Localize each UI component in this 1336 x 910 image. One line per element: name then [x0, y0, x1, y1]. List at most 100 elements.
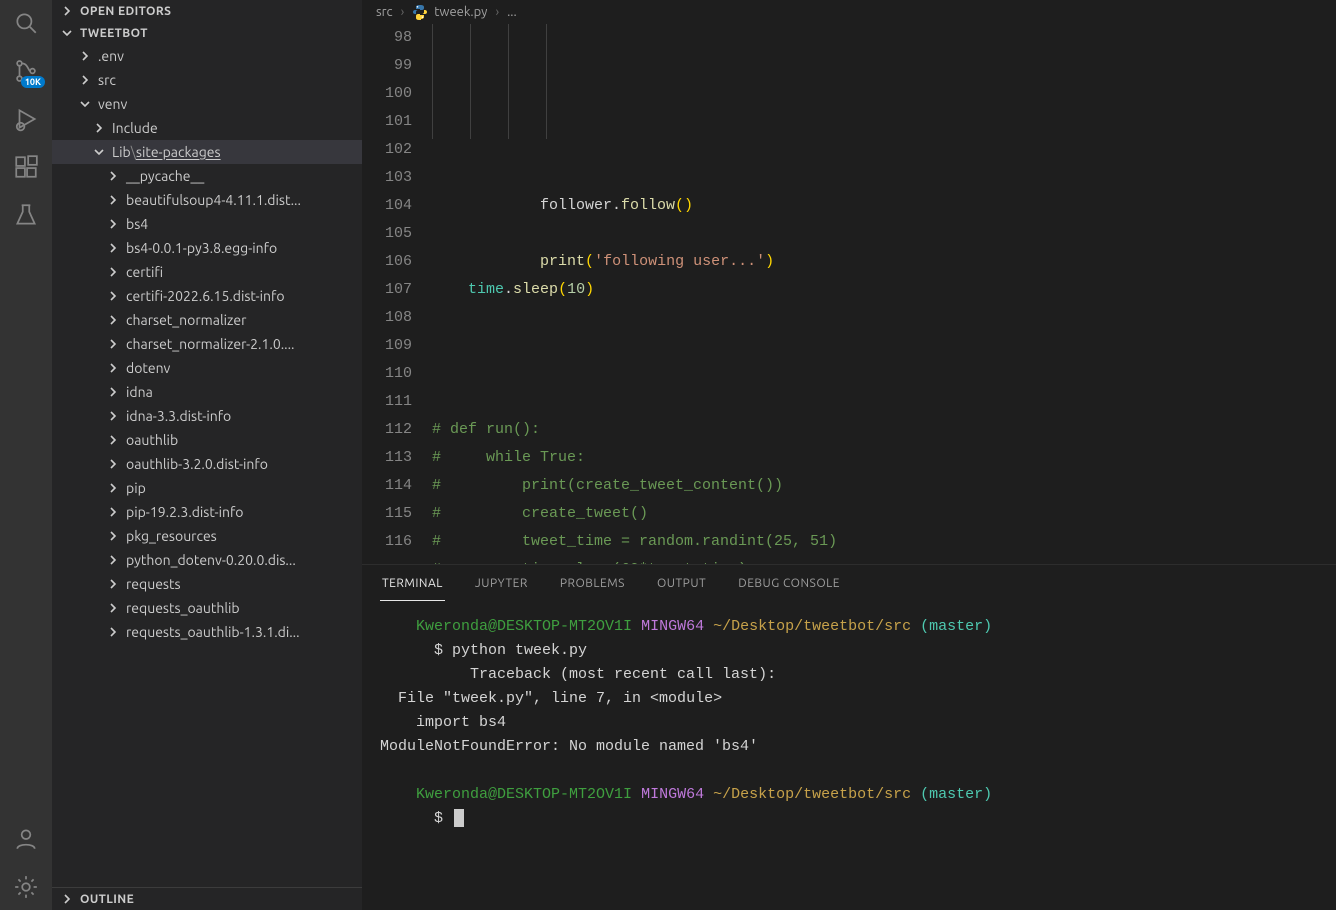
line-number: 107 [362, 276, 412, 304]
breadcrumb-file[interactable]: tweek.py [412, 4, 487, 20]
gear-icon[interactable] [13, 874, 39, 900]
tree-item[interactable]: requests [52, 572, 362, 596]
tree-item[interactable]: certifi [52, 260, 362, 284]
tree-item-label: charset_normalizer-2.1.0.... [126, 336, 295, 352]
tree-item[interactable]: requests_oauthlib [52, 596, 362, 620]
panel-tab-problems[interactable]: PROBLEMS [558, 573, 627, 601]
code-line[interactable] [432, 332, 1336, 360]
tree-item[interactable]: certifi-2022.6.15.dist-info [52, 284, 362, 308]
open-editors-label: OPEN EDITORS [80, 5, 171, 18]
code-line[interactable]: # time.sleep(60*tweet_time) [432, 556, 1336, 564]
tree-item-label: charset_normalizer [126, 312, 246, 328]
chevron-right-icon [106, 385, 120, 399]
run-icon[interactable] [13, 106, 39, 132]
outline-header[interactable]: OUTLINE [52, 887, 362, 910]
panel-tab-terminal[interactable]: TERMINAL [380, 573, 445, 601]
tree-item[interactable]: idna-3.3.dist-info [52, 404, 362, 428]
code-line[interactable]: # def run(): [432, 416, 1336, 444]
code-line[interactable]: print('following user...') [432, 248, 1336, 276]
line-number: 115 [362, 500, 412, 528]
chevron-down-icon [92, 145, 106, 159]
line-number: 108 [362, 304, 412, 332]
tree-item[interactable]: python_dotenv-0.20.0.dis... [52, 548, 362, 572]
search-icon[interactable] [13, 10, 39, 36]
code-line[interactable] [432, 220, 1336, 248]
source-control-badge: 10K [21, 76, 45, 88]
chevron-right-icon [106, 553, 120, 567]
testing-icon[interactable] [13, 202, 39, 228]
code-line[interactable]: # tweet_time = random.randint(25, 51) [432, 528, 1336, 556]
panel-tab-debug-console[interactable]: DEBUG CONSOLE [736, 573, 842, 601]
code-line[interactable]: # print(create_tweet_content()) [432, 472, 1336, 500]
code-line[interactable]: # create_tweet() [432, 500, 1336, 528]
chevron-right-icon: › [495, 5, 499, 19]
tree-item-label: pip [126, 480, 146, 496]
extensions-icon[interactable] [13, 154, 39, 180]
chevron-right-icon [92, 121, 106, 135]
tree-item[interactable]: .env [52, 44, 362, 68]
line-number: 106 [362, 248, 412, 276]
tree-item[interactable]: __pycache__ [52, 164, 362, 188]
tree-item[interactable]: pkg_resources [52, 524, 362, 548]
tree-item[interactable]: oauthlib-3.2.0.dist-info [52, 452, 362, 476]
breadcrumb-segment[interactable]: ... [507, 5, 517, 19]
terminal-line: $ python tweek.py [380, 639, 1318, 663]
terminal-line: $ [380, 807, 1318, 831]
line-number: 103 [362, 164, 412, 192]
tree-item-label: idna-3.3.dist-info [126, 408, 231, 424]
terminal-line: import bs4 [380, 711, 1318, 735]
tree-item[interactable]: dotenv [52, 356, 362, 380]
code-line[interactable] [432, 304, 1336, 332]
chevron-right-icon [106, 433, 120, 447]
code-editor[interactable]: 9899100101102103104105106107108109110111… [362, 24, 1336, 564]
tree-item[interactable]: idna [52, 380, 362, 404]
main-area: src › tweek.py › ... 9899100101102103104… [362, 0, 1336, 910]
line-number: 111 [362, 388, 412, 416]
line-number: 114 [362, 472, 412, 500]
line-number: 105 [362, 220, 412, 248]
code-area[interactable]: follower.follow() print('following user.… [432, 24, 1336, 564]
line-number: 116 [362, 528, 412, 556]
tree-item[interactable]: charset_normalizer-2.1.0.... [52, 332, 362, 356]
code-line[interactable] [432, 388, 1336, 416]
terminal-cursor [454, 809, 464, 827]
tree-item[interactable]: src [52, 68, 362, 92]
tree-item[interactable]: bs4 [52, 212, 362, 236]
panel-tab-jupyter[interactable]: JUPYTER [473, 573, 530, 601]
tree-item[interactable]: charset_normalizer [52, 308, 362, 332]
panel-tab-output[interactable]: OUTPUT [655, 573, 708, 601]
chevron-right-icon: › [401, 5, 405, 19]
tree-item-label: certifi [126, 264, 163, 280]
tree-item-label: __pycache__ [126, 168, 204, 184]
chevron-right-icon [106, 313, 120, 327]
tree-item[interactable]: venv [52, 92, 362, 116]
account-icon[interactable] [13, 826, 39, 852]
breadcrumb[interactable]: src › tweek.py › ... [362, 0, 1336, 24]
breadcrumb-segment[interactable]: src [376, 5, 393, 19]
code-line[interactable]: # while True: [432, 444, 1336, 472]
explorer-sidebar: OPEN EDITORS TWEETBOT .envsrcvenv Include… [52, 0, 362, 910]
tree-item-label: Lib\site-packages [112, 144, 221, 160]
tree-item-label: Include [112, 120, 158, 136]
tree-item[interactable]: pip-19.2.3.dist-info [52, 500, 362, 524]
tree-item[interactable]: Include [52, 116, 362, 140]
activity-bar: 10K [0, 0, 52, 910]
tree-item[interactable]: Lib\site-packages [52, 140, 362, 164]
tree-item[interactable]: pip [52, 476, 362, 500]
line-number-gutter: 9899100101102103104105106107108109110111… [362, 24, 432, 564]
code-line[interactable] [432, 360, 1336, 388]
code-line[interactable]: time.sleep(10) [432, 276, 1336, 304]
chevron-right-icon [106, 193, 120, 207]
chevron-right-icon [106, 601, 120, 615]
terminal[interactable]: Kweronda@DESKTOP-MT2OV1I MINGW64 ~/Deskt… [362, 601, 1336, 910]
open-editors-header[interactable]: OPEN EDITORS [52, 0, 362, 22]
tree-item[interactable]: bs4-0.0.1-py3.8.egg-info [52, 236, 362, 260]
code-line[interactable]: follower.follow() [432, 192, 1336, 220]
explorer-root-header[interactable]: TWEETBOT [52, 22, 362, 44]
tree-item[interactable]: oauthlib [52, 428, 362, 452]
tree-item[interactable]: beautifulsoup4-4.11.1.dist... [52, 188, 362, 212]
terminal-line: ModuleNotFoundError: No module named 'bs… [380, 735, 1318, 759]
source-control-icon[interactable]: 10K [13, 58, 39, 84]
tree-item[interactable]: requests_oauthlib-1.3.1.di... [52, 620, 362, 644]
tree-item-label: pip-19.2.3.dist-info [126, 504, 243, 520]
